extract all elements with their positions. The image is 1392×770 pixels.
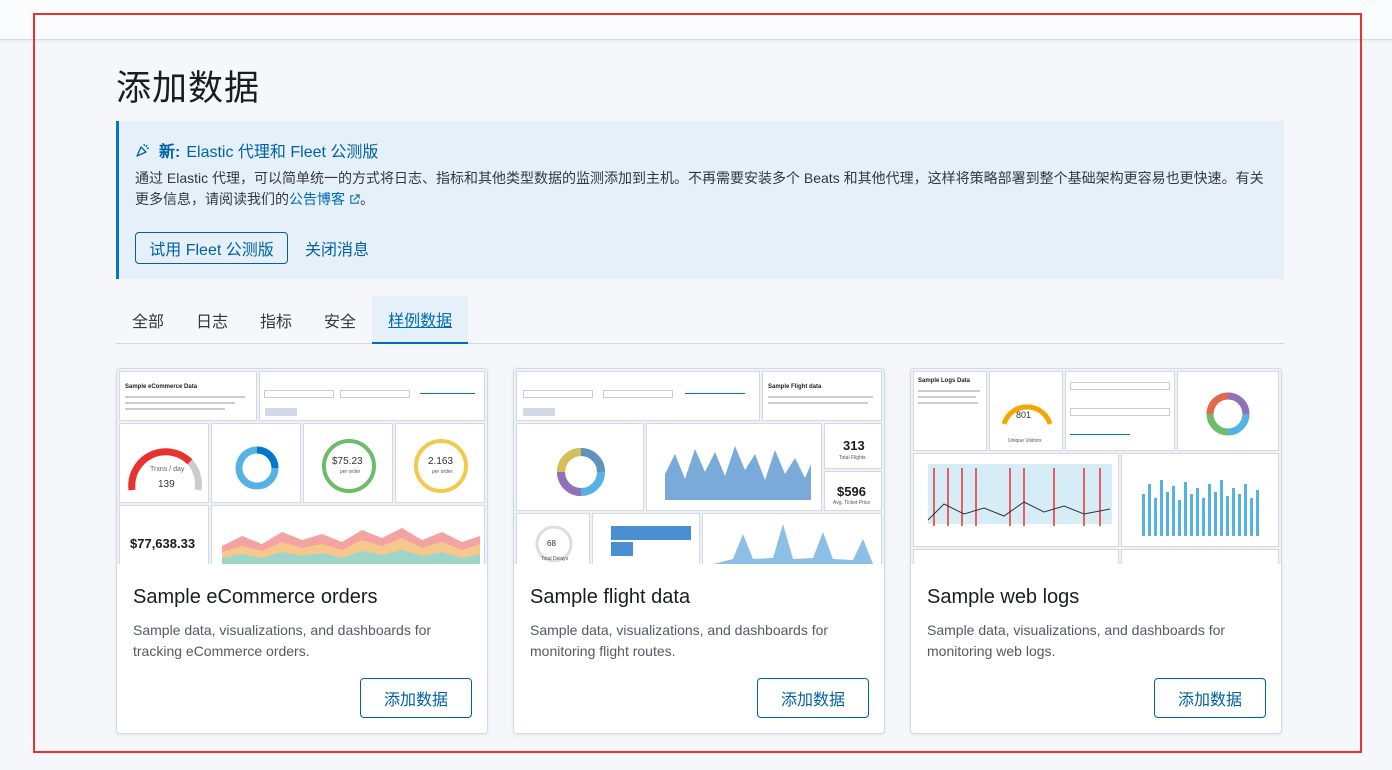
card-description: Sample data, visualizations, and dashboa… [927, 622, 1226, 659]
tab-security[interactable]: 安全 [308, 296, 372, 343]
cheer-icon [136, 143, 150, 157]
annotation-chart [927, 468, 1111, 526]
category-tabs: 全部 日志 指标 安全 样例数据 [116, 296, 1284, 344]
ticket-price-value: $596 [837, 484, 866, 499]
blog-link[interactable]: 公告博客 [289, 191, 345, 207]
preview-panel: 68 Total Delays [516, 513, 590, 564]
ecommerce-dashboard-preview: Sample eCommerce Data Trxns / day 139 $7… [117, 369, 487, 564]
preview-panel: Sample Logs Data [913, 371, 987, 451]
preview-panel: 313 Total Flights [824, 423, 882, 469]
tab-all[interactable]: 全部 [116, 296, 180, 343]
preview-panel [913, 453, 1119, 547]
sample-card-weblogs: Sample Logs Data 801 Unique Visitors Sam… [910, 368, 1282, 734]
preview-panel [646, 423, 822, 511]
area-chart [665, 446, 811, 500]
callout-text-end: 。 [360, 191, 374, 207]
fleet-callout: 新: Elastic 代理和 Fleet 公测版 通过 Elastic 代理，可… [116, 121, 1284, 279]
callout-header: 新: Elastic 代理和 Fleet 公测版 [135, 138, 378, 162]
preview-panel: $77,638.33 [119, 505, 209, 564]
total-flights-value: 313 [843, 438, 865, 453]
tab-logs[interactable]: 日志 [180, 296, 244, 343]
area-chart [222, 528, 480, 564]
gauge-label: Trxns / day [150, 466, 185, 473]
preview-panel: Trxns / day 139 [119, 423, 209, 503]
preview-heading: Sample eCommerce Data [125, 384, 198, 390]
preview-panel [516, 423, 644, 511]
total-flights-label: Total Flights [839, 455, 866, 461]
delays-label: Total Delays [541, 556, 569, 562]
preview-heading: Sample Logs Data [918, 378, 971, 384]
add-data-button[interactable]: 添加数据 [360, 678, 472, 718]
bar-chart [1142, 480, 1259, 536]
add-data-button[interactable]: 添加数据 [1154, 678, 1266, 718]
preview-panel [1121, 549, 1279, 564]
top-header-bar [0, 0, 1392, 40]
tab-metrics[interactable]: 指标 [244, 296, 308, 343]
donut-chart [1206, 392, 1250, 436]
preview-panel: $75.23 per order [303, 423, 393, 503]
external-link-icon [350, 194, 360, 204]
card-title: Sample web logs [927, 586, 1080, 608]
avg-price-value: $75.23 [332, 456, 363, 467]
preview-panel [1065, 371, 1175, 451]
preview-panel [259, 371, 485, 421]
card-description: Sample data, visualizations, and dashboa… [133, 622, 432, 659]
preview-panel [516, 371, 760, 421]
callout-body: 通过 Elastic 代理，可以简单统一的方式将日志、指标和其他类型数据的监测添… [135, 168, 1265, 210]
weblogs-dashboard-preview: Sample Logs Data 801 Unique Visitors [911, 369, 1281, 564]
preview-panel [211, 505, 485, 564]
donut-chart [557, 448, 605, 496]
preview-heading: Sample Flight data [768, 384, 822, 390]
avg-qty-sub: per order [432, 469, 453, 475]
preview-panel: 801 Unique Visitors [989, 371, 1063, 451]
tab-sample-data[interactable]: 样例数据 [372, 296, 469, 344]
dismiss-message-button[interactable]: 关闭消息 [305, 232, 369, 264]
spike-chart [713, 524, 873, 564]
preview-panel [211, 423, 301, 503]
revenue-value: $77,638.33 [130, 536, 196, 551]
add-data-button[interactable]: 添加数据 [757, 678, 869, 718]
flights-dashboard-preview: Sample Flight data 313 Total Flights $59… [514, 369, 884, 564]
card-title: Sample flight data [530, 586, 691, 608]
delays-value: 68 [547, 539, 556, 548]
sample-card-ecommerce: Sample eCommerce Data Trxns / day 139 $7… [116, 368, 488, 734]
ticket-price-label: Avg. Ticket Price [833, 500, 871, 506]
try-fleet-button[interactable]: 试用 Fleet 公测版 [135, 232, 288, 264]
preview-panel [913, 549, 1119, 564]
donut-chart [235, 446, 279, 490]
preview-panel: $596 Avg. Ticket Price [824, 471, 882, 511]
gauge-label: Unique Visitors [1008, 438, 1042, 444]
card-title: Sample eCommerce orders [133, 586, 378, 608]
new-label: 新: [159, 144, 181, 161]
card-description: Sample data, visualizations, and dashboa… [530, 622, 829, 659]
preview-panel [702, 513, 882, 564]
preview-panel: Sample Flight data [762, 371, 882, 421]
avg-qty-value: 2.163 [428, 456, 454, 467]
preview-panel [1177, 371, 1279, 451]
gauge-value: 801 [1016, 410, 1032, 420]
sample-card-flights: Sample Flight data 313 Total Flights $59… [513, 368, 885, 734]
gauge-value: 139 [158, 479, 175, 490]
page-title: 添加数据 [116, 69, 261, 108]
callout-title: Elastic 代理和 Fleet 公测版 [186, 144, 379, 161]
preview-panel: 2.163 per order [395, 423, 485, 503]
preview-panel: Sample eCommerce Data [119, 371, 257, 421]
preview-panel [1121, 453, 1279, 547]
preview-panel [592, 513, 700, 564]
avg-price-sub: per order [340, 469, 361, 475]
